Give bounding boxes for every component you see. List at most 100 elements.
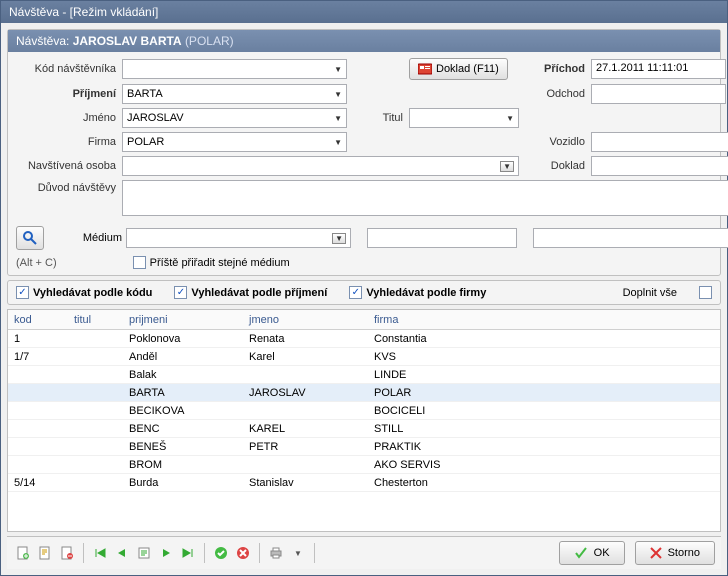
cell-jmeno: JAROSLAV [249, 387, 374, 399]
col-kod[interactable]: kod [14, 314, 74, 326]
title-label: Titul [353, 112, 403, 124]
id-card-icon [418, 63, 432, 75]
table-row[interactable]: 5/14BurdaStanislavChesterton [8, 474, 720, 492]
col-titul[interactable]: titul [74, 314, 129, 326]
new-record-button[interactable] [13, 543, 33, 563]
departure-field [591, 84, 728, 104]
visitor-header: Návštěva: JAROSLAV BARTA (POLAR) [8, 30, 720, 52]
vehicle-label: Vozidlo [525, 136, 585, 148]
confirm-button[interactable] [211, 543, 231, 563]
last-record-button[interactable] [178, 543, 198, 563]
table-row[interactable]: BROM AKO SERVIS [8, 456, 720, 474]
table-row[interactable]: BECIKOVABOCICELI [8, 402, 720, 420]
company-value: POLAR [127, 136, 334, 148]
cell-prijmeni: BARTA [129, 387, 249, 399]
cell-prijmeni: BROM [129, 459, 249, 471]
edit-record-button[interactable] [35, 543, 55, 563]
chevron-down-icon: ▼ [334, 65, 342, 74]
checkbox-box: ✓ [349, 286, 362, 299]
cell-prijmeni: Balak [129, 369, 249, 381]
cell-jmeno: Renata [249, 333, 374, 345]
media-extra2-input[interactable] [533, 228, 728, 248]
next-record-button[interactable] [156, 543, 176, 563]
surname-combo[interactable]: BARTA ▼ [122, 84, 347, 104]
refresh-button[interactable] [134, 543, 154, 563]
search-by-surname-label: Vyhledávat podle příjmení [191, 287, 327, 299]
toolbar-separator [314, 543, 315, 563]
toolbar-separator [259, 543, 260, 563]
doklad-button[interactable]: Doklad (F11) [409, 58, 508, 80]
media-search-button[interactable] [16, 226, 44, 250]
cell-jmeno: KAREL [249, 423, 374, 435]
cell-prijmeni: BENC [129, 423, 249, 435]
media-combo[interactable]: ▼ [126, 228, 351, 248]
document-combo[interactable]: ▼ [591, 156, 728, 176]
cell-firma: AKO SERVIS [374, 459, 699, 471]
media-hint: (Alt + C) [16, 257, 57, 269]
cell-prijmeni: Anděl [129, 351, 249, 363]
assign-same-checkbox[interactable]: Příště přiřadit stejné médium [133, 256, 290, 269]
table-row[interactable]: BalakLINDE [8, 366, 720, 384]
reason-label: Důvod návštěvy [16, 180, 116, 194]
chevron-down-icon: ▼ [334, 90, 342, 99]
prev-record-button[interactable] [112, 543, 132, 563]
search-by-code-checkbox[interactable]: ✓ Vyhledávat podle kódu [16, 286, 152, 299]
vehicle-combo[interactable]: ▼ [591, 132, 728, 152]
close-icon [650, 547, 662, 559]
table-row[interactable]: BENCKARELSTILL [8, 420, 720, 438]
document-new-icon [16, 546, 30, 560]
window-title: Návštěva - [Režim vkládání] [9, 5, 158, 19]
firstname-value: JAROSLAV [127, 112, 334, 124]
delete-record-button[interactable] [57, 543, 77, 563]
grid-header: kod titul prijmeni jmeno firma [8, 310, 720, 330]
storno-button-label: Storno [668, 547, 700, 559]
checkbox-box: ✓ [174, 286, 187, 299]
cell-prijmeni: BECIKOVA [129, 405, 249, 417]
cell-kod: 1/7 [14, 351, 74, 363]
cell-jmeno: Stanislav [249, 477, 374, 489]
media-extra1-input[interactable] [367, 228, 517, 248]
assign-same-label: Příště přiřadit stejné médium [150, 257, 290, 269]
search-by-company-checkbox[interactable]: ✓ Vyhledávat podle firmy [349, 286, 486, 299]
cell-kod: 1 [14, 333, 74, 345]
first-record-button[interactable] [90, 543, 110, 563]
doklad-button-label: Doklad (F11) [436, 63, 499, 75]
table-row[interactable]: BENEŠPETRPRAKTIK [8, 438, 720, 456]
visitor-code-combo[interactable]: ▼ [122, 59, 347, 79]
visited-person-label: Navštívená osoba [16, 160, 116, 172]
dropdown-button-icon[interactable]: ▼ [332, 233, 346, 244]
document-delete-icon [60, 546, 74, 560]
company-combo[interactable]: POLAR ▼ [122, 132, 347, 152]
media-sub-row: (Alt + C) Příště přiřadit stejné médium [8, 254, 720, 275]
printer-icon [269, 546, 283, 560]
go-first-icon [93, 546, 107, 560]
arrival-input[interactable]: 27.1.2011 11:11:01 [591, 59, 726, 79]
firstname-combo[interactable]: JAROSLAV ▼ [122, 108, 347, 128]
chevron-down-icon: ▼ [506, 114, 514, 123]
arrival-field: 27.1.2011 11:11:01 [591, 59, 728, 79]
print-dropdown[interactable]: ▼ [288, 543, 308, 563]
fill-all-checkbox[interactable] [699, 286, 712, 299]
ok-button[interactable]: OK [559, 541, 625, 565]
table-row[interactable]: 1PoklonovaRenataConstantia [8, 330, 720, 348]
departure-input[interactable] [591, 84, 726, 104]
storno-button[interactable]: Storno [635, 541, 715, 565]
toolbar-separator [204, 543, 205, 563]
content-area: Návštěva: JAROSLAV BARTA (POLAR) Kód náv… [1, 23, 727, 575]
title-combo[interactable]: ▼ [409, 108, 519, 128]
table-row[interactable]: BARTAJAROSLAVPOLAR [8, 384, 720, 402]
table-row[interactable]: 1/7AndělKarelKVS [8, 348, 720, 366]
cancel-circle-icon [236, 546, 250, 560]
col-jmeno[interactable]: jmeno [249, 314, 374, 326]
go-last-icon [181, 546, 195, 560]
cell-prijmeni: BENEŠ [129, 441, 249, 453]
col-firma[interactable]: firma [374, 314, 699, 326]
col-prijmeni[interactable]: prijmeni [129, 314, 249, 326]
visited-person-combo[interactable]: ▼ [122, 156, 519, 176]
reason-textarea[interactable] [122, 180, 728, 216]
document-label: Doklad [525, 160, 585, 172]
cancel-edit-button[interactable] [233, 543, 253, 563]
dropdown-button-icon[interactable]: ▼ [500, 161, 514, 172]
print-button[interactable] [266, 543, 286, 563]
search-by-surname-checkbox[interactable]: ✓ Vyhledávat podle příjmení [174, 286, 327, 299]
